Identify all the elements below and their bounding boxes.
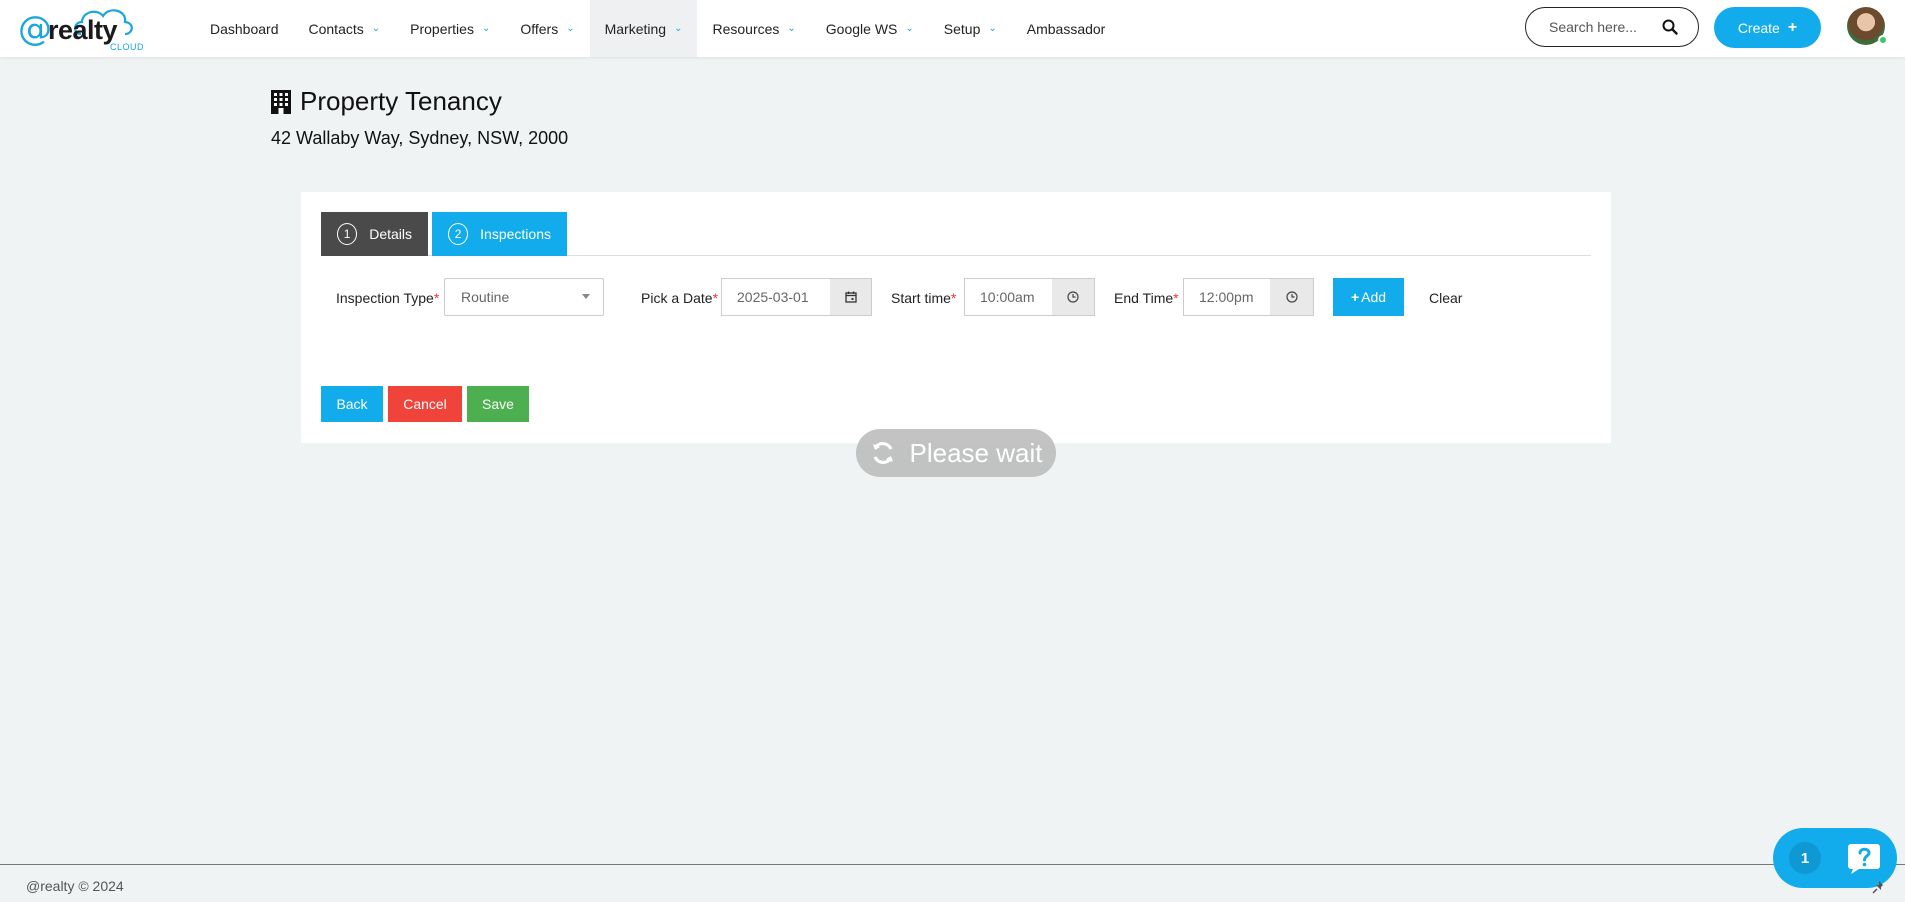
create-label: Create (1737, 19, 1780, 36)
inspection-type-label: Inspection Type* (336, 290, 439, 306)
calendar-button[interactable] (830, 278, 872, 316)
back-button[interactable]: Back (321, 386, 383, 422)
footer: @realty © 2024 (0, 864, 1905, 902)
top-navbar: @ realty CLOUD Dashboard Contacts ⌄ Prope… (0, 0, 1905, 57)
online-status-dot (1878, 35, 1888, 45)
nav-label: Resources (712, 20, 780, 37)
clear-link[interactable]: Clear (1429, 290, 1462, 306)
date-value: 2025-03-01 (737, 289, 809, 305)
wait-text: Please wait (909, 437, 1043, 468)
inspection-type-select[interactable]: Routine (444, 278, 604, 316)
step-number: 2 (448, 223, 469, 245)
nav-label: Properties (410, 20, 474, 37)
chat-help-icon (1848, 844, 1880, 874)
step-number: 1 (337, 223, 358, 245)
search-placeholder: Search here... (1549, 19, 1637, 35)
end-time-clock-button[interactable] (1270, 278, 1314, 316)
main-nav: Dashboard Contacts ⌄ Properties ⌄ Offers ⌄ … (195, 0, 1120, 57)
start-time-label: Start time* (891, 290, 956, 306)
start-time-value: 10:00am (980, 289, 1035, 305)
nav-marketing[interactable]: Marketing ⌄ (589, 0, 698, 57)
chevron-down-icon: ⌄ (371, 23, 381, 34)
logo-sub: CLOUD (110, 42, 145, 52)
refresh-spinner-icon (872, 442, 893, 464)
search-icon[interactable] (1662, 19, 1678, 35)
nav-label: Setup (943, 20, 981, 37)
logo-word: realty (48, 15, 118, 45)
nav-properties[interactable]: Properties ⌄ (395, 0, 505, 57)
add-inspection-button[interactable]: + Add (1333, 278, 1404, 316)
required-mark: * (433, 290, 440, 306)
chevron-down-icon: ⌄ (566, 23, 575, 34)
chevron-down-icon: ⌄ (988, 23, 997, 34)
nav-label: Offers (520, 20, 559, 37)
page-title: Property Tenancy (270, 86, 502, 117)
caret-down-icon (582, 294, 590, 299)
nav-contacts[interactable]: Contacts ⌄ (294, 0, 396, 57)
nav-label: Marketing (604, 20, 667, 37)
nav-offers[interactable]: Offers ⌄ (505, 0, 589, 57)
save-button[interactable]: Save (467, 386, 529, 422)
nav-label: Ambassador (1026, 20, 1106, 37)
label-text: Pick a Date (641, 290, 713, 306)
clock-icon (1285, 291, 1298, 303)
chevron-down-icon: ⌄ (481, 23, 491, 34)
copyright: @realty © 2024 (26, 878, 124, 894)
chevron-down-icon: ⌄ (787, 23, 796, 34)
add-label: Add (1361, 289, 1387, 305)
required-mark: * (1173, 290, 1179, 306)
help-chat-widget[interactable]: 1 (1773, 828, 1897, 888)
tab-label: Details (369, 226, 412, 242)
required-mark: * (950, 290, 957, 306)
search-input[interactable]: Search here... (1525, 7, 1699, 47)
required-mark: * (712, 290, 719, 306)
label-text: Start time (891, 290, 951, 306)
start-time-clock-button[interactable] (1052, 278, 1095, 316)
building-icon (271, 89, 291, 114)
nav-label: Contacts (308, 20, 364, 37)
nav-setup[interactable]: Setup ⌄ (929, 0, 1012, 57)
start-time-field[interactable]: 10:00am (964, 278, 1053, 316)
chevron-down-icon: ⌄ (674, 23, 683, 34)
nav-label: Dashboard (210, 20, 279, 37)
calendar-icon (844, 291, 857, 303)
label-text: End Time (1114, 290, 1174, 306)
date-field[interactable]: 2025-03-01 (721, 278, 831, 316)
nav-resources[interactable]: Resources ⌄ (697, 0, 810, 57)
logo-at: @ (18, 9, 52, 49)
please-wait-indicator: Please wait (856, 429, 1056, 477)
tab-inspections[interactable]: 2 Inspections (432, 212, 567, 256)
tenancy-card: 1 Details 2 Inspections Inspection Type*… (301, 192, 1611, 443)
date-label: Pick a Date* (641, 290, 718, 306)
inspection-form-row: Inspection Type* Routine Pick a Date* 20… (301, 278, 1611, 318)
nav-dashboard[interactable]: Dashboard (195, 0, 294, 57)
end-time-label: End Time* (1114, 290, 1179, 306)
pin-icon[interactable] (1872, 880, 1886, 894)
end-time-value: 12:00pm (1199, 289, 1254, 305)
chat-count-badge: 1 (1789, 842, 1821, 874)
nav-label: Google WS (825, 20, 898, 37)
property-address: 42 Wallaby Way, Sydney, NSW, 2000 (271, 128, 569, 148)
cancel-button[interactable]: Cancel (388, 386, 462, 422)
chevron-down-icon: ⌄ (905, 23, 914, 34)
label-text: Inspection Type (336, 290, 434, 306)
tab-details[interactable]: 1 Details (321, 212, 428, 256)
clock-icon (1067, 291, 1079, 303)
plus-icon: + (1350, 289, 1360, 305)
wizard-tabs: 1 Details 2 Inspections (321, 212, 1591, 256)
page-title-text: Property Tenancy (300, 86, 502, 116)
nav-ambassador[interactable]: Ambassador (1012, 0, 1121, 57)
plus-icon: + (1787, 18, 1798, 36)
end-time-field[interactable]: 12:00pm (1183, 278, 1271, 316)
select-value: Routine (461, 289, 510, 305)
realty-logo[interactable]: @ realty CLOUD (18, 4, 145, 52)
create-button[interactable]: Create + (1714, 7, 1821, 48)
nav-google-ws[interactable]: Google WS ⌄ (811, 0, 929, 57)
tab-label: Inspections (480, 226, 551, 242)
